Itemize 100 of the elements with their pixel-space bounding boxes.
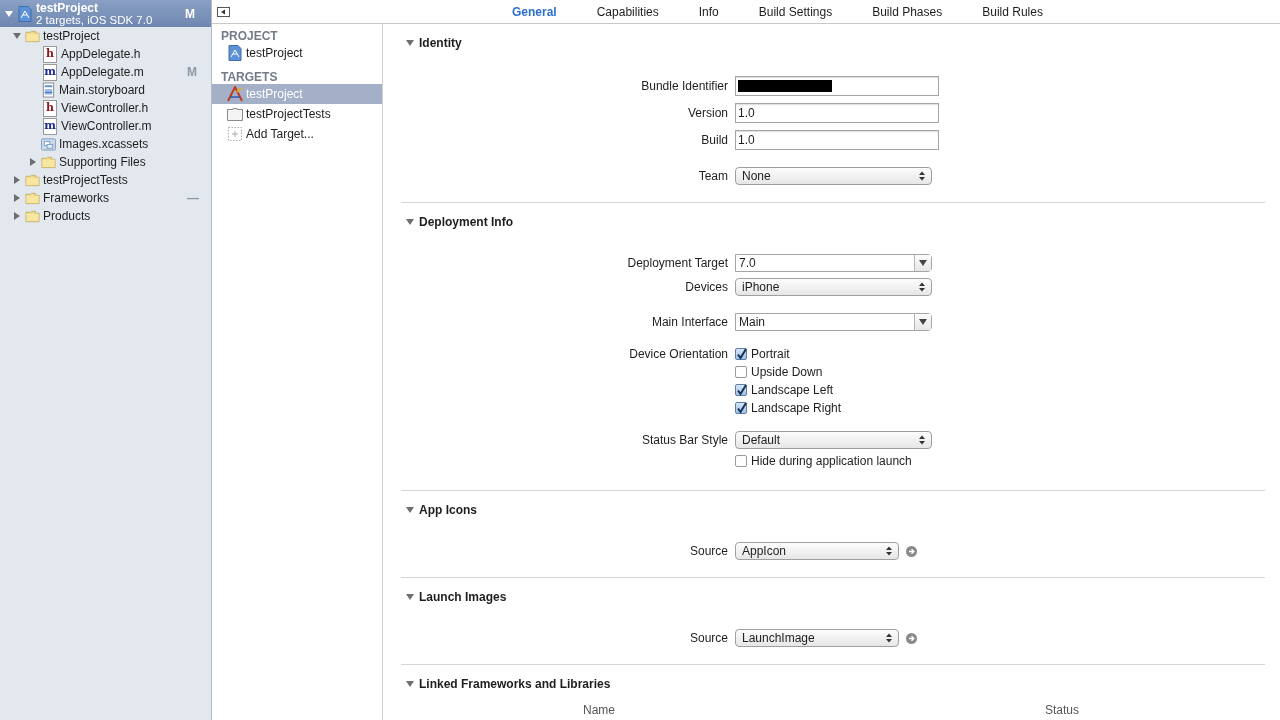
checkbox[interactable] <box>735 366 747 378</box>
section-title: App Icons <box>419 503 477 517</box>
project-file-icon <box>17 5 33 22</box>
section-title: Identity <box>419 36 462 50</box>
field-label: Team <box>697 169 728 183</box>
tab[interactable]: Info <box>678 0 739 23</box>
up-down-arrows-icon <box>919 435 925 445</box>
field-label: Build <box>700 132 728 147</box>
collapse-triangle-icon[interactable] <box>405 217 415 227</box>
text-field[interactable] <box>735 75 939 96</box>
navigator-item[interactable]: ViewController.h <box>61 101 209 115</box>
collapse-triangle-icon[interactable] <box>405 38 415 48</box>
storyboard-file-icon <box>41 82 56 98</box>
checkbox[interactable] <box>735 402 747 414</box>
sidebar-toggle-icon[interactable] <box>217 6 230 17</box>
collapse-triangle-icon[interactable] <box>4 8 14 19</box>
checkbox-label: Hide during application launch <box>751 454 912 468</box>
folder-icon <box>25 208 40 224</box>
project-name: testProject <box>36 1 100 14</box>
expand-triangle-icon[interactable] <box>12 175 22 185</box>
checkbox-label: Landscape Right <box>751 401 842 415</box>
section-title: Launch Images <box>419 590 507 604</box>
go-arrow-icon[interactable] <box>906 632 917 644</box>
folder-icon <box>25 190 40 206</box>
list-heading: TARGETS <box>220 70 279 84</box>
up-down-arrows-icon <box>919 171 925 181</box>
checkbox[interactable] <box>735 348 747 360</box>
popup-button[interactable]: AppIcon <box>735 542 899 560</box>
field-label: Deployment Target <box>626 256 728 270</box>
checkbox-label: Portrait <box>751 347 790 361</box>
combo-box[interactable]: 7.0 <box>735 254 932 272</box>
status-label: M <box>185 6 196 21</box>
combo-box[interactable]: Main <box>735 313 932 331</box>
expand-triangle-icon[interactable] <box>28 157 38 167</box>
collapse-triangle-icon[interactable] <box>405 679 415 689</box>
up-down-arrows-icon <box>919 282 925 292</box>
section-title: Linked Frameworks and Libraries <box>419 677 611 691</box>
collapse-triangle-icon[interactable] <box>405 592 415 602</box>
expand-triangle-icon[interactable] <box>12 193 22 203</box>
field-label: Main Interface <box>650 315 728 329</box>
popup-button[interactable]: LaunchImage <box>735 629 899 647</box>
navigator-item[interactable]: testProjectTests <box>43 173 209 187</box>
tab[interactable]: General <box>492 0 577 23</box>
field-label: Status Bar Style <box>640 433 728 447</box>
navigator-item[interactable]: testProject <box>43 29 209 43</box>
field-label: Bundle Identifier <box>640 78 728 93</box>
checkbox-label: Upside Down <box>751 365 823 379</box>
navigator-item[interactable]: Supporting Files <box>59 155 209 169</box>
bundle-target-icon <box>227 106 243 122</box>
checkbox-label: Landscape Left <box>751 383 834 397</box>
navigator-item[interactable]: Main.storyboard <box>59 83 209 97</box>
project-file-icon <box>227 45 243 61</box>
text-field[interactable]: 1.0 <box>735 129 939 150</box>
go-arrow-icon[interactable] <box>906 545 917 557</box>
navigator-item[interactable]: Products <box>43 209 209 223</box>
folder-icon <box>25 172 40 188</box>
tab[interactable]: Build Settings <box>738 0 853 23</box>
tab[interactable]: Build Rules <box>962 0 1063 23</box>
column-header: Status <box>1045 704 1081 717</box>
field-label: Device Orientation <box>628 346 728 363</box>
popup-button[interactable]: iPhone <box>735 278 932 296</box>
collapse-triangle-icon[interactable] <box>405 505 415 515</box>
list-heading: PROJECT <box>220 29 279 43</box>
checkbox[interactable] <box>735 384 747 396</box>
checkbox[interactable] <box>735 455 747 467</box>
status-label: — <box>187 191 200 205</box>
up-down-arrows-icon <box>886 633 892 643</box>
navigator-item[interactable]: Images.xcassets <box>59 137 209 151</box>
up-down-arrows-icon <box>886 546 892 556</box>
section-title: Deployment Info <box>419 215 513 229</box>
navigator-item[interactable]: AppDelegate.m <box>61 65 184 79</box>
folder-icon <box>41 154 56 170</box>
tab[interactable]: Build Phases <box>852 0 963 23</box>
source-file-icon: h <box>43 99 57 117</box>
navigator-item[interactable]: Frameworks <box>43 191 184 205</box>
popup-button[interactable]: Default <box>735 431 932 449</box>
asset-catalog-icon <box>41 136 56 152</box>
navigator-item[interactable]: ViewController.m <box>61 119 209 133</box>
expand-triangle-icon[interactable] <box>12 211 22 221</box>
navigator-item[interactable]: AppDelegate.h <box>61 47 209 61</box>
field-label: Source <box>688 544 728 558</box>
dropdown-arrow-icon[interactable] <box>919 319 927 325</box>
field-label: Version <box>686 105 728 120</box>
text-field[interactable]: 1.0 <box>735 102 939 123</box>
source-file-icon: h <box>43 45 57 63</box>
field-label: Devices <box>684 280 728 294</box>
collapse-triangle-icon[interactable] <box>12 31 22 41</box>
popup-button[interactable]: None <box>735 167 932 185</box>
source-file-icon: m <box>43 63 57 81</box>
folder-icon <box>25 28 40 44</box>
source-file-icon: m <box>43 117 57 135</box>
field-label: Source <box>688 631 728 645</box>
target-list-item[interactable]: Add Target... <box>212 124 382 144</box>
tab[interactable]: Capabilities <box>576 0 679 23</box>
app-target-icon <box>227 86 243 102</box>
dropdown-arrow-icon[interactable] <box>919 260 927 266</box>
target-list-item[interactable]: testProject <box>212 43 382 63</box>
add-target-icon <box>227 126 243 142</box>
target-list-item[interactable]: testProjectTests <box>212 104 382 124</box>
column-header: Name <box>582 704 616 717</box>
